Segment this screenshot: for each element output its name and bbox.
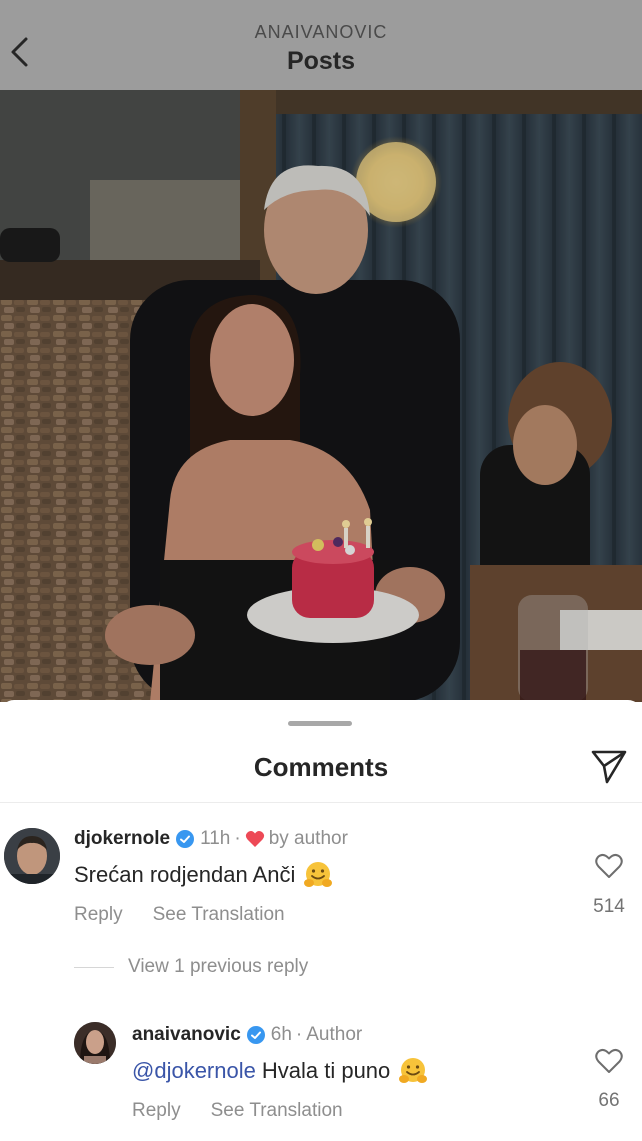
- verified-badge-icon: [176, 830, 195, 848]
- reply-username[interactable]: anaivanovic: [132, 1024, 241, 1046]
- see-translation-button[interactable]: See Translation: [153, 904, 285, 926]
- heart-filled-icon: [245, 830, 265, 848]
- share-button[interactable]: [588, 746, 630, 788]
- sheet-drag-handle[interactable]: [288, 721, 352, 726]
- comment-like-count: 514: [593, 896, 625, 917]
- replies-line: [74, 966, 114, 968]
- reply-body: @djokernole Hvala ti puno: [132, 1056, 428, 1086]
- comment-text: Srećan rodjendan Anči: [74, 862, 296, 887]
- meta-separator: ·: [295, 1024, 303, 1045]
- reply-text: Hvala ti puno: [261, 1058, 391, 1083]
- verified-badge-icon: [246, 1026, 265, 1044]
- meta-separator: ·: [234, 828, 241, 849]
- comment-time: 11h: [200, 828, 231, 849]
- comments-title: Comments: [253, 752, 389, 782]
- comment-username[interactable]: djokernole: [74, 828, 170, 850]
- comments-sheet: Comments djokernole 11h · by author Sreć…: [0, 700, 642, 1141]
- post-comments-screen: ANAIVANOVIC Posts Comments djokernole 11…: [0, 0, 642, 1141]
- avatar[interactable]: [4, 828, 60, 884]
- mention-link[interactable]: @djokernole: [132, 1058, 256, 1084]
- reply-button[interactable]: Reply: [74, 904, 123, 926]
- top-bar: ANAIVANOVIC Posts: [0, 0, 642, 90]
- reply-meta: anaivanovic 6h · Author: [132, 1024, 362, 1046]
- hugging-face-emoji-icon: [398, 1056, 428, 1086]
- comment-body: Srećan rodjendan Anči: [74, 860, 333, 890]
- comment-meta: djokernole 11h · by author: [74, 828, 348, 850]
- reply-time: 6h: [270, 1024, 292, 1045]
- avatar[interactable]: [74, 1022, 116, 1064]
- heart-outline-icon: [595, 853, 623, 878]
- reply-actions: Reply See Translation: [132, 1100, 373, 1122]
- post-photo-image: [0, 90, 642, 702]
- heart-outline-icon: [595, 1048, 623, 1073]
- reply-button[interactable]: Reply: [132, 1100, 181, 1122]
- see-translation-button[interactable]: See Translation: [211, 1100, 343, 1122]
- view-previous-replies-button[interactable]: View 1 previous reply: [74, 956, 308, 978]
- view-previous-label: View 1 previous reply: [128, 956, 309, 977]
- liked-by-author: by author: [268, 828, 348, 849]
- sheet-divider: [0, 802, 642, 803]
- post-photo[interactable]: [0, 90, 642, 702]
- reply-like-count: 66: [598, 1090, 620, 1111]
- comment-actions: Reply See Translation: [74, 904, 315, 926]
- paper-plane-icon: [591, 750, 627, 784]
- header-username[interactable]: ANAIVANOVIC: [0, 22, 642, 43]
- author-label: Author: [306, 1024, 363, 1045]
- page-title: Posts: [286, 47, 356, 75]
- reply-like-button[interactable]: [591, 1043, 627, 1079]
- comment-like-button[interactable]: [591, 848, 627, 884]
- hugging-face-emoji-icon: [303, 860, 333, 890]
